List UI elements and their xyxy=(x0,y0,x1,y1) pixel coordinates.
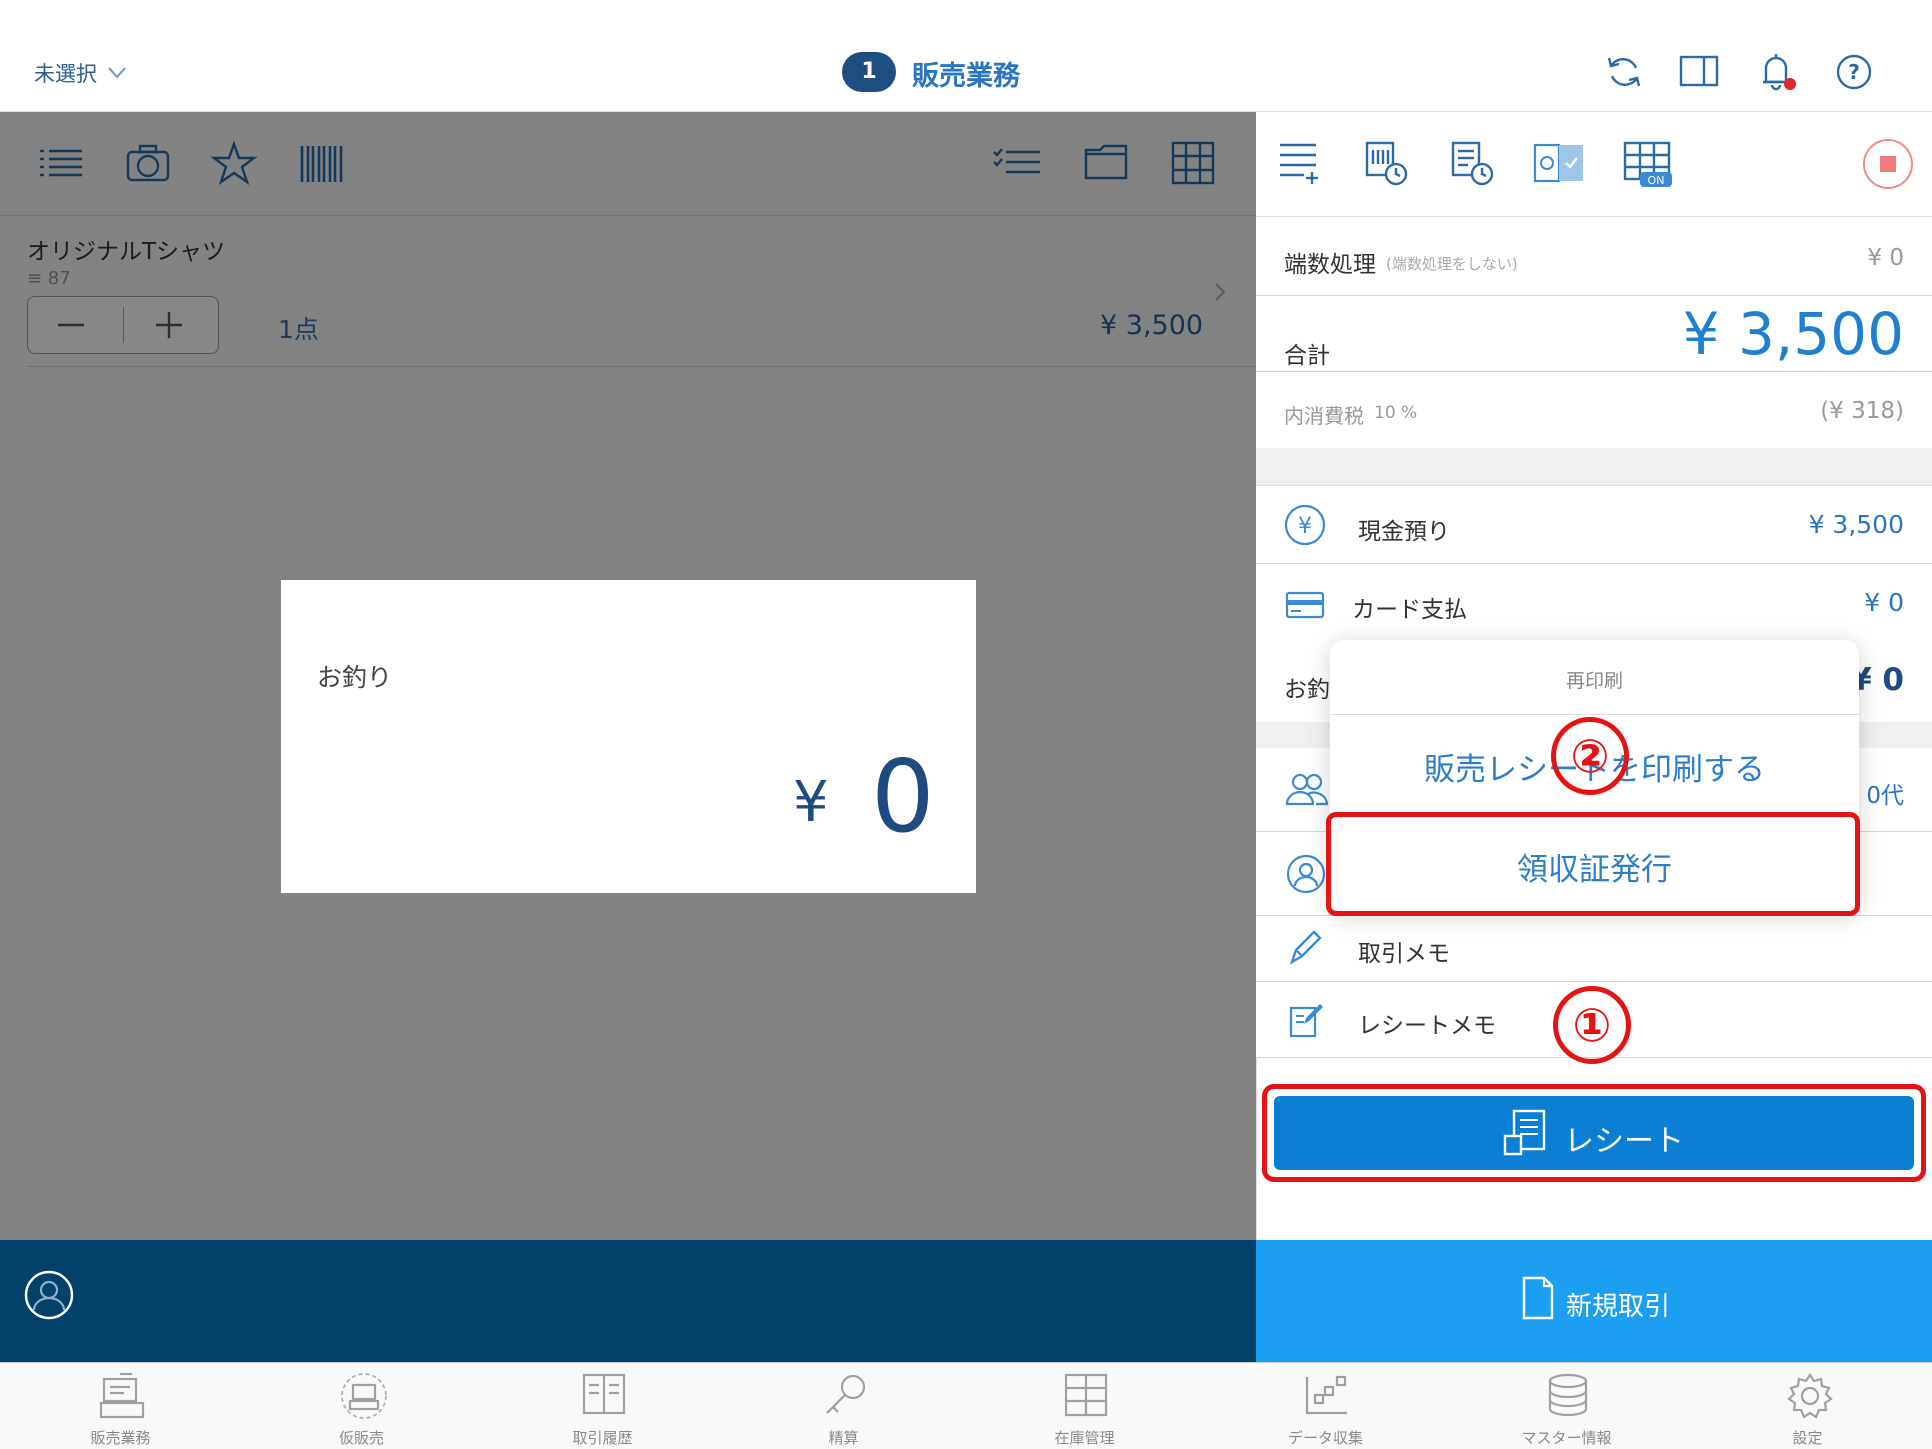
grid-on-icon[interactable]: ON xyxy=(1623,141,1674,188)
member-icon xyxy=(1286,854,1326,894)
add-list-icon[interactable] xyxy=(1280,142,1320,184)
tab-inventory[interactable]: 在庫管理 xyxy=(964,1363,1205,1449)
tab-history[interactable]: 取引履歴 xyxy=(482,1363,723,1449)
tab-label: 仮販売 xyxy=(338,1429,384,1447)
key-icon xyxy=(826,1374,866,1414)
svg-text:¥: ¥ xyxy=(1298,514,1312,539)
database-icon xyxy=(1548,1373,1588,1417)
book-icon xyxy=(582,1373,626,1415)
rounding-note: (端数処理をしない) xyxy=(1386,255,1518,273)
stop-icon[interactable] xyxy=(1862,138,1914,190)
tab-label: 取引履歴 xyxy=(572,1429,633,1447)
change-amount: 0 xyxy=(871,738,935,855)
tab-bar: 販売業務 仮販売 取引履歴 精算 在庫管理 データ収集 マスター情報 設定 xyxy=(0,1362,1932,1449)
card-label: カード支払 xyxy=(1352,597,1467,623)
tab-label: 販売業務 xyxy=(90,1429,151,1447)
annotation-highlight-receipt-button xyxy=(1262,1084,1926,1182)
change-dialog: お釣り ¥ 0 xyxy=(281,580,976,893)
rounding-value: ¥ 0 xyxy=(1867,245,1904,271)
tab-settlement[interactable]: 精算 xyxy=(723,1363,964,1449)
total-value: ¥ 3,500 xyxy=(1682,300,1904,368)
tab-sales[interactable]: 販売業務 xyxy=(0,1363,241,1449)
cash-value: ¥ 3,500 xyxy=(1808,510,1904,539)
card-value: ¥ 0 xyxy=(1864,588,1904,617)
tax-rate: 10 % xyxy=(1374,403,1418,423)
tab-label: データ収集 xyxy=(1287,1429,1363,1447)
tax-label: 内消費税 xyxy=(1284,404,1364,428)
customers-icon xyxy=(1285,773,1329,806)
new-transaction-button[interactable]: 新規取引 xyxy=(1256,1240,1932,1362)
store-selector[interactable]: 未選択 xyxy=(34,58,127,88)
card-row[interactable]: カード支払 ¥ 0 xyxy=(1256,564,1932,642)
tab-settings[interactable]: 設定 xyxy=(1687,1363,1928,1449)
register-icon xyxy=(99,1372,145,1419)
gear-icon xyxy=(1787,1373,1833,1419)
tab-label: 精算 xyxy=(828,1429,859,1447)
bell-icon[interactable] xyxy=(1760,52,1798,92)
store-selector-label: 未選択 xyxy=(34,62,97,86)
yen-coin-icon: ¥ xyxy=(1284,504,1326,546)
credit-card-icon xyxy=(1285,591,1325,619)
cash-row[interactable]: ¥ 現金預り ¥ 3,500 xyxy=(1256,486,1932,564)
annotation-step-2: ② xyxy=(1551,717,1629,795)
temp-register-icon xyxy=(341,1373,387,1419)
page-title: 販売業務 xyxy=(912,61,1020,92)
total-row: 合計 ¥ 3,500 xyxy=(1256,296,1932,372)
split-view-icon[interactable] xyxy=(1679,55,1719,87)
tab-label: マスター情報 xyxy=(1521,1429,1612,1447)
rounding-label: 端数処理 xyxy=(1284,252,1376,278)
section-spacer xyxy=(1256,448,1932,486)
rounding-row[interactable]: 端数処理 (端数処理をしない) ¥ 0 xyxy=(1256,216,1932,296)
svg-text:?: ? xyxy=(1848,60,1860,84)
help-icon[interactable]: ? xyxy=(1836,54,1872,90)
popover-title: 再印刷 xyxy=(1565,670,1623,692)
pencil-icon xyxy=(1289,930,1322,965)
tab-data-collection[interactable]: データ収集 xyxy=(1205,1363,1446,1449)
total-label: 合計 xyxy=(1284,343,1330,369)
staff-avatar-icon[interactable] xyxy=(24,1270,74,1320)
divider xyxy=(1330,714,1859,715)
toggle-view-icon[interactable] xyxy=(1533,143,1584,184)
memo-row[interactable]: 取引メモ xyxy=(1256,916,1932,982)
checkout-toolbar xyxy=(1256,112,1932,216)
annotation-step-1: ① xyxy=(1553,986,1631,1064)
new-document-icon xyxy=(1522,1276,1554,1320)
new-transaction-label: 新規取引 xyxy=(1566,1292,1671,1322)
shelves-icon xyxy=(1064,1373,1108,1417)
receipt-memo-icon xyxy=(1289,1004,1323,1038)
register-number-badge: 1 xyxy=(842,52,896,92)
memo-label: 取引メモ xyxy=(1358,941,1450,967)
refresh-icon[interactable] xyxy=(1606,54,1642,90)
barcode-history-icon[interactable] xyxy=(1365,141,1408,186)
tax-value: (¥ 318) xyxy=(1820,398,1904,424)
annotation-highlight-issue-receipt xyxy=(1326,812,1860,916)
receipt-memo-label: レシートメモ xyxy=(1358,1013,1496,1039)
svg-text:ON: ON xyxy=(1648,174,1665,187)
age-value: 0代 xyxy=(1866,783,1904,809)
tab-master[interactable]: マスター情報 xyxy=(1446,1363,1687,1449)
change-label: お釣り xyxy=(317,663,393,692)
tab-label: 設定 xyxy=(1792,1429,1823,1447)
change-row-label: お釣 xyxy=(1284,677,1330,703)
change-currency: ¥ xyxy=(793,770,829,835)
chevron-down-icon xyxy=(108,67,126,79)
tax-row: 内消費税 10 % (¥ 318) xyxy=(1256,372,1932,448)
tab-temp-sale[interactable]: 仮販売 xyxy=(241,1363,482,1449)
tab-label: 在庫管理 xyxy=(1054,1429,1115,1447)
data-collection-icon xyxy=(1305,1375,1347,1415)
cash-label: 現金預り xyxy=(1358,519,1450,545)
list-history-icon[interactable] xyxy=(1451,141,1494,186)
staff-bar xyxy=(0,1240,1256,1362)
